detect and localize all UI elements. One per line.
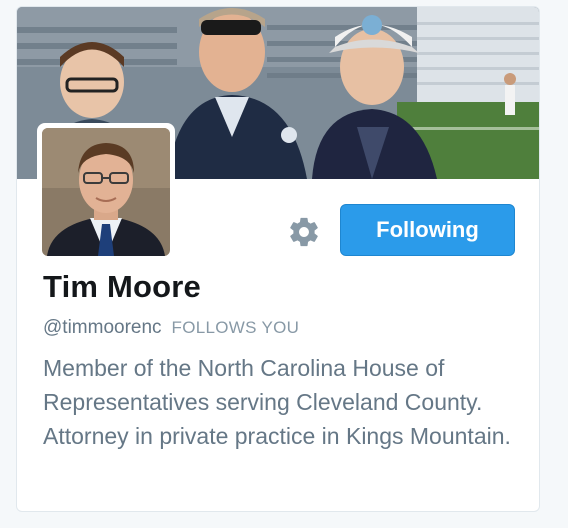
follows-you-badge: FOLLOWS YOU	[171, 318, 300, 337]
following-button[interactable]: Following	[340, 204, 515, 256]
profile-bio: Member of the North Carolina House of Re…	[43, 355, 511, 449]
avatar[interactable]	[37, 123, 175, 261]
profile-card: Following Tim Moore @timmoorenc FOLLOWS …	[16, 6, 540, 512]
profile-handle[interactable]: @timmoorenc	[43, 317, 162, 339]
profile-name[interactable]: Tim Moore	[43, 269, 201, 305]
gear-icon[interactable]	[287, 215, 321, 249]
handle-row: @timmoorenc FOLLOWS YOU	[43, 317, 299, 339]
